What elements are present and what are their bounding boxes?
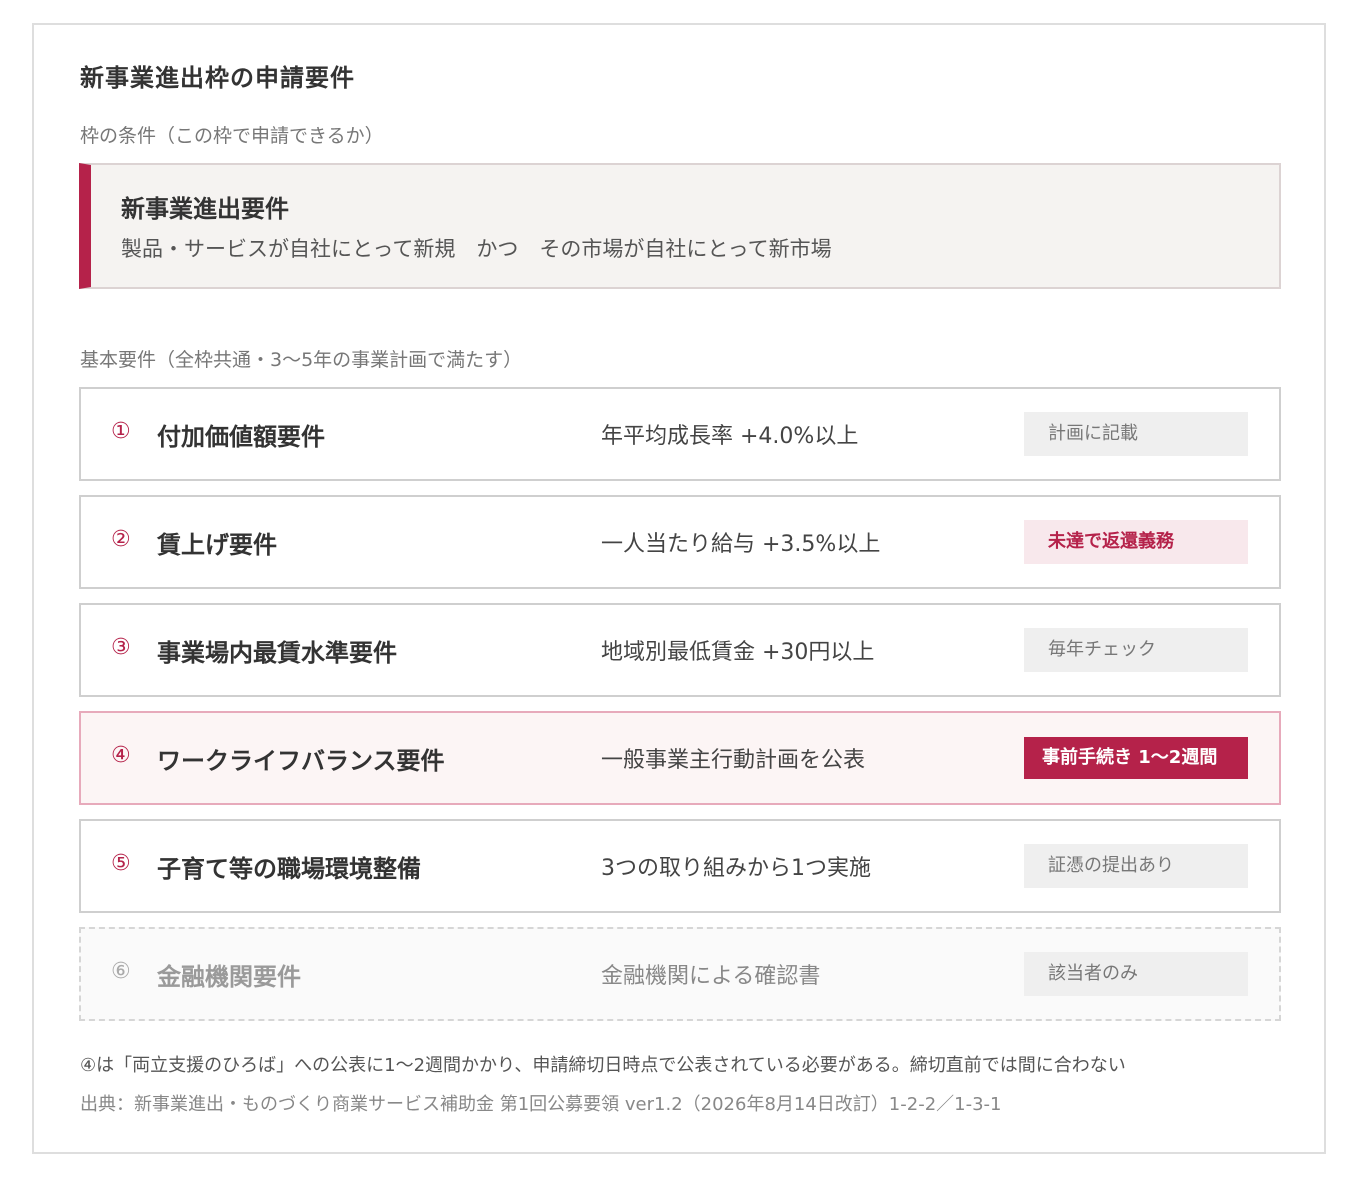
requirement-row-6: ⑥ 金融機関要件 金融機関による確認書 該当者のみ xyxy=(79,927,1281,1021)
requirement-name: ワークライフバランス要件 xyxy=(157,747,445,775)
requirement-name: 付加価値額要件 xyxy=(157,423,325,451)
requirement-badge: 証憑の提出あり xyxy=(1024,844,1248,888)
requirement-number: ③ xyxy=(111,635,131,660)
requirement-badge: 未達で返還義務 xyxy=(1024,520,1248,564)
requirement-name: 事業場内最賃水準要件 xyxy=(157,639,397,667)
condition-box: 新事業進出要件 製品・サービスが自社にとって新規 かつ その市場が自社にとって新… xyxy=(79,163,1281,289)
page-title: 新事業進出枠の申請要件 xyxy=(80,64,355,92)
requirement-condition: 一人当たり給与 +3.5%以上 xyxy=(601,532,881,557)
requirement-number: ⑤ xyxy=(111,851,131,876)
requirement-row-2: ② 賃上げ要件 一人当たり給与 +3.5%以上 未達で返還義務 xyxy=(79,495,1281,589)
condition-section-label: 枠の条件（この枠で申請できるか） xyxy=(80,125,384,147)
requirement-badge: 該当者のみ xyxy=(1024,952,1248,996)
condition-box-title: 新事業進出要件 xyxy=(121,195,289,223)
requirement-condition: 3つの取り組みから1つ実施 xyxy=(601,856,871,881)
requirement-row-4: ④ ワークライフバランス要件 一般事業主行動計画を公表 事前手続き 1〜2週間 xyxy=(79,711,1281,805)
requirement-badge: 計画に記載 xyxy=(1024,412,1248,456)
requirement-row-3: ③ 事業場内最賃水準要件 地域別最低賃金 +30円以上 毎年チェック xyxy=(79,603,1281,697)
requirement-badge: 毎年チェック xyxy=(1024,628,1248,672)
requirement-name: 金融機関要件 xyxy=(157,963,301,991)
footnote: ④は「両立支援のひろば」への公表に1〜2週間かかり、申請締切日時点で公表されてい… xyxy=(80,1055,1126,1076)
requirement-number: ⑥ xyxy=(111,959,131,984)
requirement-condition: 地域別最低賃金 +30円以上 xyxy=(601,640,875,665)
requirement-number: ① xyxy=(111,419,131,444)
requirement-condition: 金融機関による確認書 xyxy=(601,964,821,989)
requirement-row-5: ⑤ 子育て等の職場環境整備 3つの取り組みから1つ実施 証憑の提出あり xyxy=(79,819,1281,913)
requirement-name: 子育て等の職場環境整備 xyxy=(157,855,421,883)
requirement-condition: 年平均成長率 +4.0%以上 xyxy=(601,424,859,449)
requirement-number: ④ xyxy=(111,743,131,768)
basic-section-label: 基本要件（全枠共通・3〜5年の事業計画で満たす） xyxy=(80,349,523,371)
condition-box-description: 製品・サービスが自社にとって新規 かつ その市場が自社にとって新市場 xyxy=(121,237,832,261)
requirement-number: ② xyxy=(111,527,131,552)
requirement-name: 賃上げ要件 xyxy=(157,531,277,559)
requirement-badge: 事前手続き 1〜2週間 xyxy=(1024,737,1248,779)
requirement-row-1: ① 付加価値額要件 年平均成長率 +4.0%以上 計画に記載 xyxy=(79,387,1281,481)
source-citation: 出典：新事業進出・ものづくり商業サービス補助金 第1回公募要領 ver1.2（2… xyxy=(80,1094,1002,1115)
requirement-condition: 一般事業主行動計画を公表 xyxy=(601,748,866,773)
